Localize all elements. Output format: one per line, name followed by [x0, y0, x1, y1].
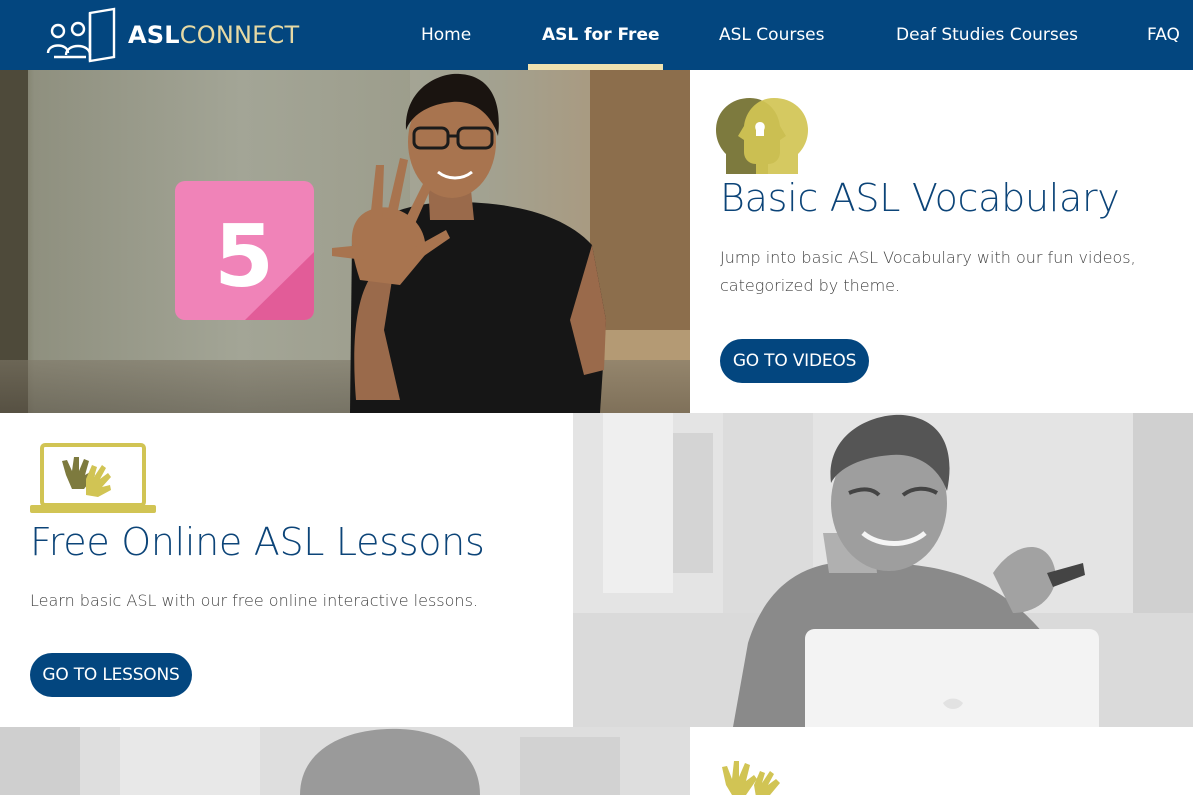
- nav-item-deaf-studies-courses[interactable]: Deaf Studies Courses: [896, 0, 1078, 70]
- section-description-vocabulary: Jump into basic ASL Vocabulary with our …: [720, 248, 1136, 295]
- number-five-badge: 5: [214, 207, 274, 307]
- man-signing-five-image: 5: [0, 70, 690, 413]
- section-description-lessons: Learn basic ASL with our free online int…: [30, 591, 478, 610]
- third-section-panel: [690, 727, 1193, 795]
- laptop-hands-icon: [30, 443, 156, 513]
- site-logo[interactable]: ASLCONNECT: [46, 7, 299, 63]
- man-with-laptop-image: [573, 413, 1193, 727]
- vocabulary-hero-photo: 5: [0, 70, 690, 413]
- vocabulary-panel: Basic ASL Vocabulary Jump into basic ASL…: [690, 70, 1193, 413]
- nav-item-faq[interactable]: FAQ: [1147, 0, 1180, 70]
- nav-item-asl-for-free[interactable]: ASL for Free: [542, 0, 660, 70]
- hands-icon: [722, 761, 780, 795]
- top-navigation-bar: ASLCONNECT Home ASL for Free ASL Courses…: [0, 0, 1193, 70]
- section-title-lessons: Free Online ASL Lessons: [30, 520, 485, 564]
- lessons-hero-photo: [573, 413, 1193, 727]
- group-photo-image: [0, 727, 690, 795]
- logo-text: ASLCONNECT: [128, 21, 300, 49]
- two-heads-icon: [716, 98, 808, 174]
- nav-item-home[interactable]: Home: [421, 0, 471, 70]
- section-title-vocabulary: Basic ASL Vocabulary: [720, 176, 1120, 220]
- lessons-panel: Free Online ASL Lessons Learn basic ASL …: [0, 413, 573, 727]
- go-to-videos-button[interactable]: GO TO VIDEOS: [720, 339, 869, 383]
- asl-connect-logo-icon: [46, 7, 116, 63]
- third-section-photo: [0, 727, 690, 795]
- nav-item-asl-courses[interactable]: ASL Courses: [719, 0, 825, 70]
- go-to-lessons-button[interactable]: GO TO LESSONS: [30, 653, 192, 697]
